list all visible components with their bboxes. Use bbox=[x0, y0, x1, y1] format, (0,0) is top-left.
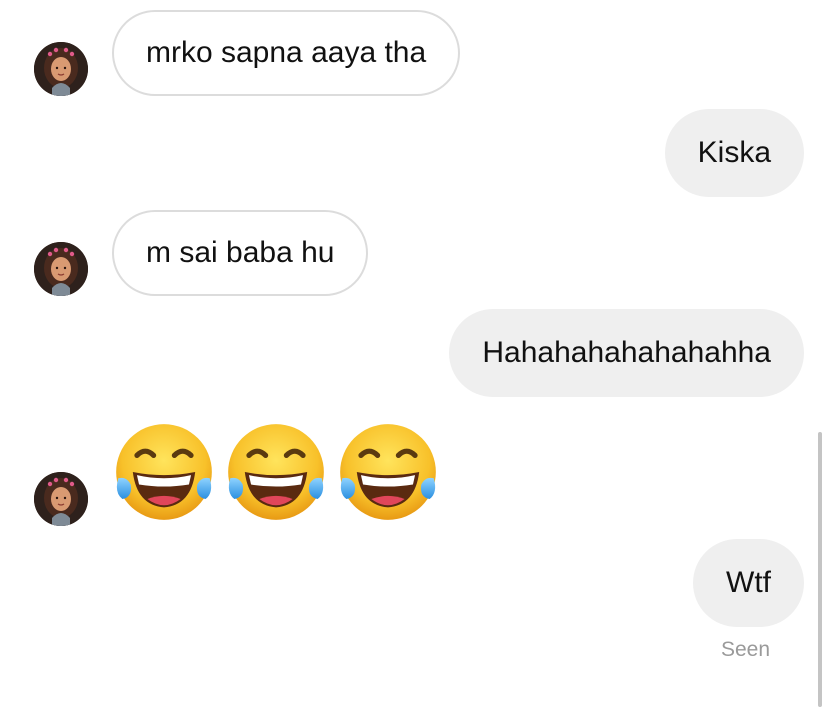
scrollbar[interactable] bbox=[818, 432, 822, 707]
incoming-emoji-message[interactable] bbox=[112, 420, 440, 524]
outgoing-message-bubble[interactable]: Wtf bbox=[693, 539, 804, 627]
face-with-tears-of-joy-icon bbox=[336, 420, 440, 524]
outgoing-message-bubble[interactable]: Hahahahahahahahha bbox=[449, 309, 804, 397]
outgoing-message-bubble[interactable]: Kiska bbox=[664, 109, 804, 197]
message-text: mrko sapna aaya tha bbox=[146, 36, 427, 69]
seen-status: Seen bbox=[720, 638, 770, 661]
incoming-message-bubble[interactable]: m sai baba hu bbox=[112, 210, 369, 296]
incoming-message-bubble[interactable]: mrko sapna aaya tha bbox=[112, 10, 461, 96]
contact-avatar[interactable] bbox=[34, 472, 88, 526]
user-avatar-icon bbox=[34, 472, 88, 526]
user-avatar-icon bbox=[34, 242, 88, 296]
contact-avatar[interactable] bbox=[34, 242, 88, 296]
message-text: Kiska bbox=[697, 136, 771, 169]
face-with-tears-of-joy-icon bbox=[224, 420, 328, 524]
message-text: Wtf bbox=[726, 566, 771, 599]
message-text: m sai baba hu bbox=[146, 236, 335, 269]
message-text: Hahahahahahahahha bbox=[482, 336, 771, 369]
user-avatar-icon bbox=[34, 42, 88, 96]
face-with-tears-of-joy-icon bbox=[112, 420, 216, 524]
chat-thread: mrko sapna aaya tha Kiska m sai baba hu … bbox=[0, 0, 828, 707]
contact-avatar[interactable] bbox=[34, 42, 88, 96]
